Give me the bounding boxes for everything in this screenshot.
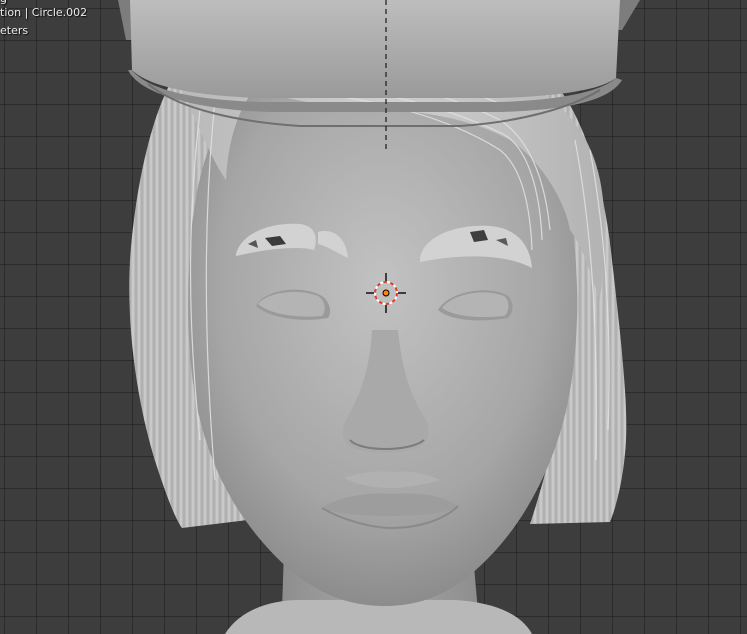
viewport-info-object: tion | Circle.002 (0, 6, 88, 19)
3d-viewport[interactable]: g tion | Circle.002 eters (0, 0, 747, 634)
head-model (118, 0, 640, 634)
hat-band (130, 0, 620, 98)
viewport-info-units: eters (0, 24, 29, 37)
origin-dot-icon (382, 289, 390, 297)
